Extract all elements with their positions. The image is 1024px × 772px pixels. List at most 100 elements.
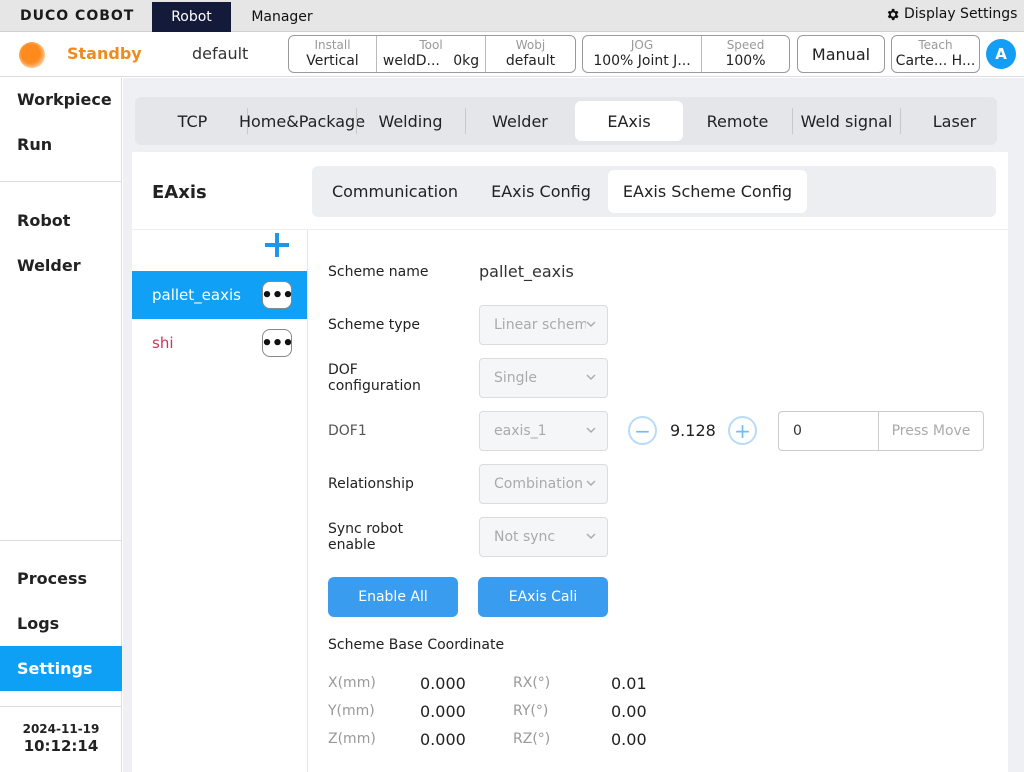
- speed-label: Speed: [726, 38, 765, 52]
- sync-robot-label: Sync robot enable: [328, 521, 404, 553]
- coord-x-value: 0.000: [420, 674, 466, 693]
- jog-cell: JOG 100% Joint J...: [583, 36, 702, 72]
- sidebar-item-workpiece[interactable]: Workpiece: [0, 77, 122, 122]
- chevron-down-icon: [586, 533, 596, 539]
- tool-cell: Tool weldD... 0kg: [377, 36, 486, 72]
- relationship-value: Combination: [494, 476, 584, 492]
- dof-config-label: DOF configuration: [328, 362, 421, 394]
- teach-label: Teach: [918, 38, 953, 52]
- tab-weld-signal[interactable]: Weld signal: [793, 101, 900, 141]
- display-settings-button[interactable]: Display Settings: [885, 6, 1017, 22]
- dof1-select-value: eaxis_1: [494, 423, 547, 439]
- time-display: 10:12:14: [23, 737, 99, 755]
- relationship-select[interactable]: Combination: [479, 464, 608, 504]
- scheme-type-value: Linear schem: [494, 317, 586, 333]
- enable-all-button[interactable]: Enable All: [328, 577, 458, 617]
- sidebar-item-welder[interactable]: Welder: [0, 243, 122, 288]
- tab-welder[interactable]: Welder: [466, 101, 574, 141]
- coord-ry-label: RY(°): [513, 703, 549, 719]
- sidebar-divider: [0, 540, 122, 541]
- minus-icon: −: [634, 418, 651, 443]
- subtab-eaxis-config[interactable]: EAxis Config: [474, 170, 608, 213]
- chevron-down-icon: [586, 374, 596, 380]
- tab-home-package[interactable]: Home&Package: [239, 101, 365, 141]
- tab-laser[interactable]: Laser: [901, 101, 1008, 141]
- teach-panel[interactable]: Teach Carte... H...: [891, 35, 980, 73]
- tab-welding[interactable]: Welding: [357, 101, 464, 141]
- tab-tcp[interactable]: TCP: [139, 101, 246, 141]
- manual-mode-button[interactable]: Manual: [797, 35, 885, 73]
- tool-label: Tool: [419, 38, 443, 52]
- coordinate-section-title: Scheme Base Coordinate: [328, 637, 505, 653]
- subtab-eaxis-scheme-config[interactable]: EAxis Scheme Config: [608, 170, 807, 213]
- scheme-name-label: Scheme name: [328, 264, 429, 280]
- coord-z-label: Z(mm): [328, 731, 376, 747]
- move-distance-input[interactable]: [778, 411, 879, 451]
- tool-value: weldD...: [382, 53, 440, 69]
- coord-z-value: 0.000: [420, 730, 466, 749]
- chevron-down-icon: [586, 480, 596, 486]
- wobj-value: default: [505, 53, 556, 69]
- teach-value: Carte... H...: [895, 53, 976, 69]
- dof1-select[interactable]: eaxis_1: [479, 411, 608, 451]
- display-settings-label: Display Settings: [904, 6, 1018, 22]
- install-label: Install: [314, 38, 351, 52]
- coord-y-label: Y(mm): [328, 703, 375, 719]
- tab-eaxis[interactable]: EAxis: [575, 101, 683, 141]
- gear-icon: [887, 8, 899, 20]
- coord-rx-value: 0.01: [611, 674, 647, 693]
- sidebar-item-process[interactable]: Process: [0, 556, 122, 601]
- list-divider: [307, 230, 308, 772]
- install-value: Vertical: [306, 53, 359, 69]
- tool-weight: 0kg: [453, 53, 480, 69]
- wobj-label: Wobj: [515, 38, 546, 52]
- scheme-type-label: Scheme type: [328, 317, 421, 333]
- scheme-more-button[interactable]: •••: [261, 329, 294, 357]
- jog-value: 100% Joint J...: [593, 53, 691, 69]
- sidebar-item-run[interactable]: Run: [0, 122, 122, 167]
- jog-label: JOG: [630, 38, 654, 52]
- plus-icon: [265, 233, 289, 257]
- press-move-button[interactable]: Press Move: [878, 411, 984, 451]
- tab-robot[interactable]: Robot: [152, 2, 231, 32]
- scheme-type-select[interactable]: Linear schem: [479, 305, 608, 345]
- status-indicator-icon: [19, 42, 45, 68]
- coord-ry-value: 0.00: [611, 702, 647, 721]
- scheme-item-label: shi: [152, 334, 174, 352]
- subtab-communication[interactable]: Communication: [320, 170, 470, 213]
- coord-rx-label: RX(°): [513, 675, 551, 691]
- chevron-down-icon: [586, 427, 596, 433]
- dof1-label: DOF1: [328, 423, 367, 439]
- speed-cell: Speed 100%: [702, 36, 789, 72]
- dof-config-select[interactable]: Single: [479, 358, 608, 398]
- decrement-button[interactable]: −: [628, 416, 657, 445]
- jog-speed-panel[interactable]: JOG 100% Joint J... Speed 100%: [582, 35, 790, 73]
- eaxis-cali-button[interactable]: EAxis Cali: [478, 577, 608, 617]
- dof1-value: 9.128: [670, 421, 716, 440]
- coord-x-label: X(mm): [328, 675, 376, 691]
- increment-button[interactable]: +: [728, 416, 757, 445]
- avatar[interactable]: A: [986, 39, 1016, 69]
- scheme-item-label: pallet_eaxis: [152, 286, 241, 304]
- sidebar-item-logs[interactable]: Logs: [0, 601, 122, 646]
- robot-state: Standby: [67, 44, 142, 63]
- relationship-label: Relationship: [328, 476, 414, 492]
- sidebar-item-settings[interactable]: Settings: [0, 646, 122, 691]
- add-scheme-button[interactable]: [262, 230, 292, 260]
- coord-rz-value: 0.00: [611, 730, 647, 749]
- date-display: 2024-11-19: [22, 722, 100, 736]
- plus-icon: +: [734, 418, 751, 443]
- tab-manager[interactable]: Manager: [238, 2, 326, 32]
- install-tool-wobj-panel[interactable]: Install Vertical Tool weldD... 0kg Wobj …: [288, 35, 576, 73]
- sidebar-item-robot[interactable]: Robot: [0, 198, 122, 243]
- tab-remote[interactable]: Remote: [684, 101, 791, 141]
- sync-robot-select[interactable]: Not sync: [479, 517, 608, 557]
- speed-value: 100%: [725, 53, 766, 69]
- coord-rz-label: RZ(°): [513, 731, 551, 747]
- program-name: default: [192, 44, 249, 63]
- sidebar-divider: [0, 706, 122, 707]
- more-icon: •••: [261, 332, 294, 354]
- wobj-cell: Wobj default: [486, 36, 575, 72]
- sync-robot-value: Not sync: [494, 529, 556, 545]
- scheme-more-button[interactable]: •••: [261, 281, 294, 309]
